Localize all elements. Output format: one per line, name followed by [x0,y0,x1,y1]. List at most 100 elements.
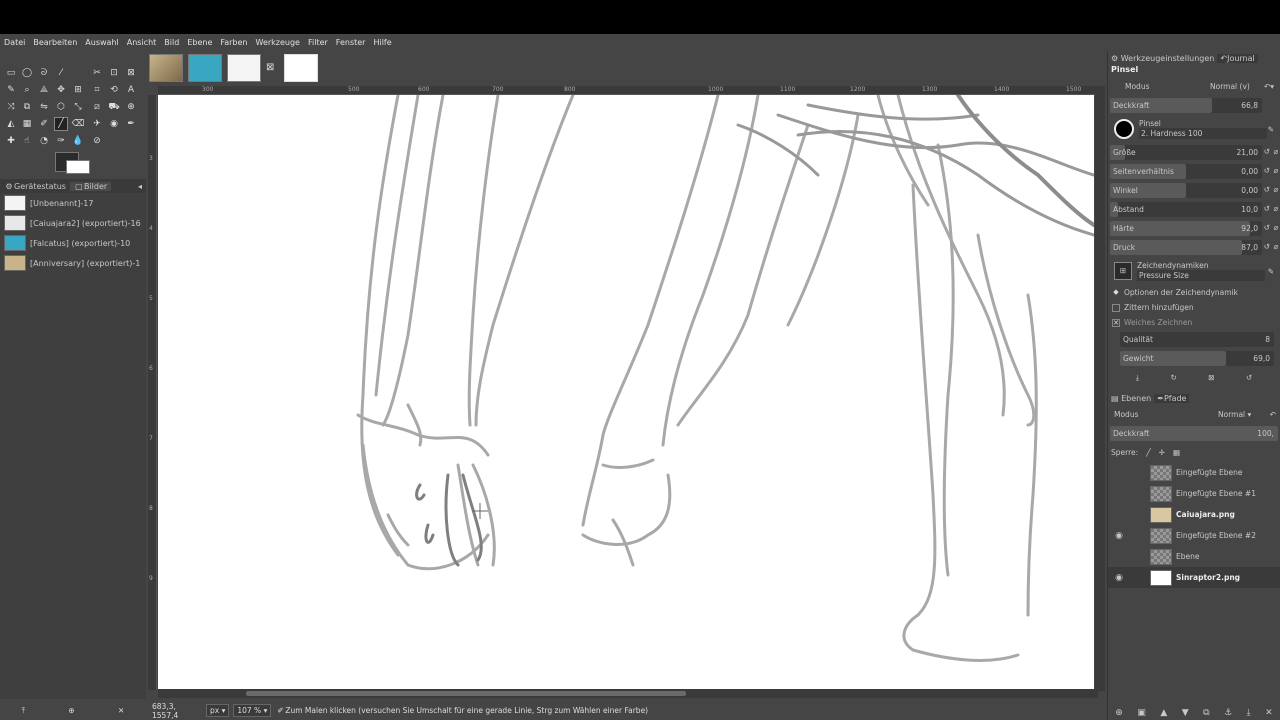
duplicate-layer-icon[interactable]: ⧉ [1203,708,1209,718]
merge-layer-icon[interactable]: ⤓ [1247,708,1251,718]
layer-row[interactable]: ◉ Sinraptor2.png [1108,567,1280,588]
image-list-item[interactable]: [Caiuajara2] (exportiert)-16 [0,213,146,233]
new-icon[interactable]: ⊕ [68,706,74,716]
delete-layer-icon[interactable]: ✕ [1265,708,1273,718]
layer-row[interactable]: ◉ Eingefügte Ebene #2 [1108,525,1280,546]
blur-icon[interactable]: 💧 [71,134,85,148]
dynamics-field[interactable]: Pressure Size [1137,270,1265,281]
eraser-icon[interactable]: ⌫ [71,117,85,131]
mode-select[interactable]: Normal (v) [1210,82,1250,91]
image-tab-unbenannt[interactable] [284,54,318,82]
dynamics-options-toggle[interactable]: ◆ Optionen der Zeichendynamik [1108,285,1280,300]
brush-slider[interactable]: Seitenverhältnis 0,00 [1110,164,1262,179]
eye-icon[interactable]: ◉ [1108,531,1130,541]
opacity-slider[interactable]: Deckkraft 66,8 [1110,98,1262,113]
link-icon[interactable]: ⌀ [1273,204,1278,213]
scale-icon[interactable]: ⤡ [71,100,85,114]
anchor-layer-icon[interactable]: ⚓ [1224,708,1232,718]
drawing-canvas[interactable] [158,95,1094,690]
restore-preset-icon[interactable]: ↻ [1170,373,1176,382]
scrollbar-thumb[interactable] [246,691,686,696]
unit-select[interactable]: px ▾ [206,704,230,717]
move-icon[interactable]: ✥ [54,83,68,97]
reset-icon[interactable]: ↺ [1264,223,1270,232]
color-picker-icon[interactable]: ✎ [4,83,18,97]
menu-datei[interactable]: Datei [4,38,25,47]
menu-hilfe[interactable]: Hilfe [373,38,391,47]
brush-slider[interactable]: Abstand 10,0 [1110,202,1262,217]
image-tab-anniversary[interactable] [149,54,183,82]
lower-layer-icon[interactable]: ▼ [1182,708,1189,718]
menu-bearbeiten[interactable]: Bearbeiten [33,38,77,47]
tab-geraetestatus[interactable]: ⚙ Gerätestatus [0,182,70,191]
link-icon[interactable]: ⌀ [1273,242,1278,251]
lock-position-icon[interactable]: ✛ [1159,448,1165,457]
eye-icon[interactable]: ◉ [1108,573,1130,583]
menu-farben[interactable]: Farben [220,38,247,47]
wand-icon[interactable]: ⁄ [54,66,68,80]
brush-slider[interactable]: Druck 87,0 [1110,240,1262,255]
menu-auswahl[interactable]: Auswahl [85,38,118,47]
link-icon[interactable]: ⌀ [1273,185,1278,194]
vertical-scrollbar[interactable] [1095,86,1105,691]
ellipse-select-icon[interactable]: ◯ [20,66,34,80]
cage-icon[interactable]: ⬡ [54,100,68,114]
heal-icon[interactable]: ✚ [4,134,18,148]
edit-brush-icon[interactable]: ✎ [1268,125,1274,134]
menu-werkzeuge[interactable]: Werkzeuge [256,38,300,47]
dynamics-preview[interactable]: ⊞ [1114,262,1132,280]
menu-filter[interactable]: Filter [308,38,328,47]
horizontal-ruler[interactable]: 300 500 600 700 800 1000 1100 1200 1300 … [158,86,1096,95]
fill-icon[interactable]: ◭ [4,117,18,131]
measure-icon[interactable]: ⟁ [37,83,51,97]
pencil-icon[interactable]: ✐ [37,117,51,131]
new-layer-icon[interactable]: ⊕ [1115,708,1123,718]
image-list-item[interactable]: [Anniversary] (exportiert)-1 [0,253,146,273]
rect-select-icon[interactable]: ▭ [4,66,18,80]
jitter-checkbox[interactable]: Zittern hinzufügen [1108,300,1280,315]
layer-mode-reset-icon[interactable]: ↶ [1270,410,1276,419]
smudge-icon[interactable]: ☝ [20,134,34,148]
layer-mode-select[interactable]: Normal ▾ [1218,410,1251,419]
text-icon[interactable]: A [124,83,138,97]
airbrush-icon[interactable]: ✈ [90,117,104,131]
mypaint-brush-icon[interactable]: ⊘ [90,134,104,148]
reset-icon[interactable]: ↺ [1264,147,1270,156]
horizontal-scrollbar[interactable] [158,689,1098,698]
new-group-icon[interactable]: ▣ [1137,708,1146,718]
layer-row[interactable]: Eingefügte Ebene #1 [1108,483,1280,504]
reset-icon[interactable]: ↺ [1246,373,1252,382]
dodge-icon[interactable]: ◔ [37,134,51,148]
tab-pfade[interactable]: ✒Pfade [1154,393,1190,403]
clone-icon[interactable]: ◉ [107,117,121,131]
lock-pixels-icon[interactable]: ╱ [1146,448,1151,457]
crop-icon[interactable]: ⊠ [124,66,138,80]
brush-slider[interactable]: Härte 92,0 [1110,221,1262,236]
vertical-ruler[interactable]: 3 4 5 6 7 8 9 [148,95,157,690]
background-color-swatch[interactable] [66,160,90,174]
zoom-icon[interactable]: ⌕ [20,83,34,97]
foreground-select-icon[interactable]: ⊡ [107,66,121,80]
reset-icon[interactable]: ↺ [1264,242,1270,251]
perspective-icon[interactable]: ⧉ [20,100,34,114]
flip-icon[interactable]: ⇋ [37,100,51,114]
layer-row[interactable]: Caiuajara.png [1108,504,1280,525]
zoom-select[interactable]: 107 % ▾ [233,704,272,717]
mode-reset-icon[interactable]: ↶▾ [1264,82,1274,91]
panel-menu-icon[interactable]: ◂ [134,182,146,191]
menu-bild[interactable]: Bild [164,38,179,47]
shear-icon[interactable]: ⧄ [90,100,104,114]
brush-name-field[interactable]: 2. Hardness 100 [1139,128,1267,139]
crop-tool-icon[interactable]: ⌗ [90,83,104,97]
warp-icon[interactable]: ⤨ [4,100,18,114]
layer-opacity-slider[interactable]: Deckkraft 100, [1110,426,1278,441]
gradient-icon[interactable]: ▦ [20,117,34,131]
tab-ebenen[interactable]: ▤ Ebenen [1108,394,1154,403]
bucket-icon[interactable]: ⛟ [107,100,121,114]
close-icon[interactable]: ⊠ [266,63,276,73]
image-list-item[interactable]: [Falcatus] (exportiert)-10 [0,233,146,253]
lock-alpha-icon[interactable]: ▦ [1173,448,1180,457]
handle-transform-icon[interactable]: ⊕ [124,100,138,114]
link-icon[interactable]: ⌀ [1273,147,1278,156]
ink-icon[interactable]: ✑ [54,134,68,148]
